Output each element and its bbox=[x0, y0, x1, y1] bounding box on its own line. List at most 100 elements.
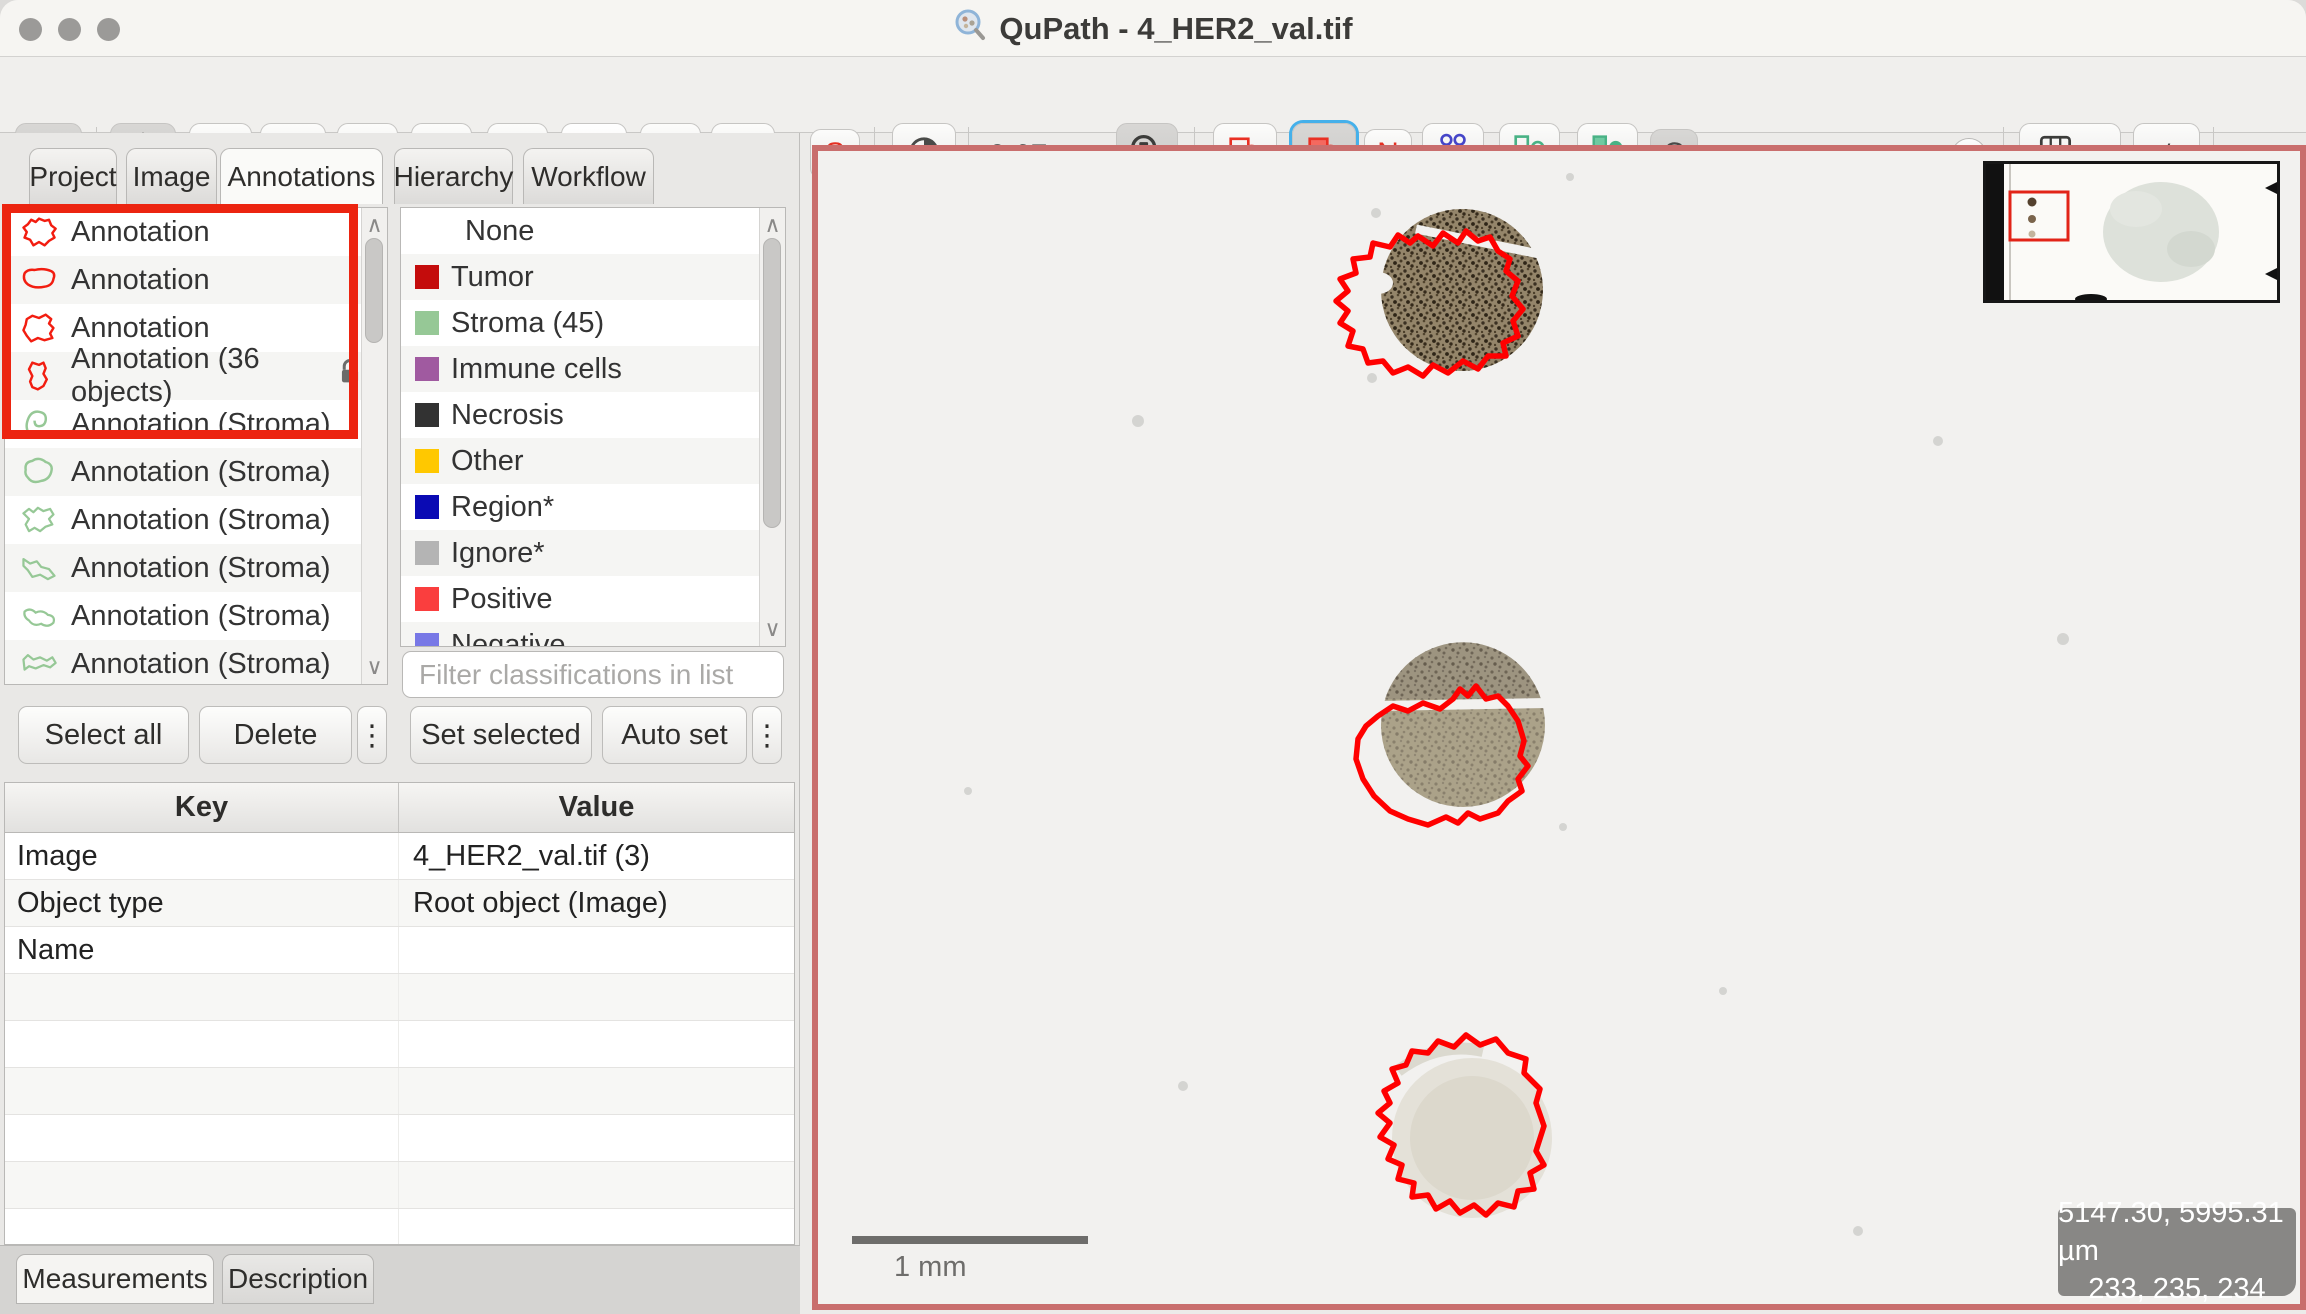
tissue-core-bottom[interactable] bbox=[1378, 1035, 1552, 1218]
table-row[interactable]: Image 4_HER2_val.tif (3) bbox=[5, 833, 794, 880]
annotation-shape-icon bbox=[19, 310, 59, 346]
class-item-label: Tumor bbox=[451, 261, 534, 294]
property-value: Root object (Image) bbox=[399, 880, 794, 926]
tissue-core-top[interactable] bbox=[1336, 209, 1544, 376]
set-selected-label: Set selected bbox=[421, 719, 581, 752]
annotation-shape-icon bbox=[19, 406, 59, 442]
class-color-swatch bbox=[415, 403, 439, 427]
pixel-value-text: 233, 235, 234 bbox=[2088, 1271, 2265, 1304]
window-title: QuPath - 4_HER2_val.tif bbox=[999, 11, 1352, 47]
annotation-shape-icon bbox=[19, 262, 59, 298]
qupath-logo-icon bbox=[953, 8, 989, 49]
class-color-swatch bbox=[415, 633, 439, 647]
tab-workflow-label: Workflow bbox=[531, 161, 646, 193]
scroll-down-icon[interactable]: ∨ bbox=[362, 654, 387, 680]
value-column-header[interactable]: Value bbox=[399, 783, 794, 832]
class-item-label: Region* bbox=[451, 491, 554, 524]
tab-project[interactable]: Project bbox=[29, 148, 117, 204]
class-item-label: Immune cells bbox=[451, 353, 622, 386]
class-item[interactable]: Necrosis bbox=[401, 392, 761, 438]
scale-bar bbox=[852, 1236, 1088, 1244]
class-more-button[interactable]: ⋮ bbox=[752, 706, 782, 764]
analysis-panel: Project Image Annotations Hierarchy Work… bbox=[0, 133, 800, 1314]
annotation-item[interactable]: Annotation (Stroma) bbox=[5, 448, 363, 496]
class-item[interactable]: Tumor bbox=[401, 254, 761, 300]
tab-measurements-label: Measurements bbox=[22, 1263, 207, 1295]
set-selected-button[interactable]: Set selected bbox=[410, 706, 592, 764]
class-item[interactable]: Ignore* bbox=[401, 530, 761, 576]
annotation-more-button[interactable]: ⋮ bbox=[357, 706, 387, 764]
overview-viewport-rect[interactable] bbox=[2010, 192, 2068, 240]
scrollbar-thumb[interactable] bbox=[763, 238, 781, 528]
table-row bbox=[5, 1115, 794, 1162]
annotation-item-label: Annotation (Stroma) bbox=[71, 504, 331, 537]
class-item[interactable]: Stroma (45) bbox=[401, 300, 761, 346]
tab-hierarchy[interactable]: Hierarchy bbox=[394, 148, 513, 204]
tab-hierarchy-label: Hierarchy bbox=[394, 161, 514, 193]
class-list-scrollbar[interactable]: ∧ ∨ bbox=[759, 208, 785, 646]
tab-annotations[interactable]: Annotations bbox=[220, 148, 383, 204]
annotation-item[interactable]: Annotation bbox=[5, 208, 363, 256]
annotation-shape-icon bbox=[19, 358, 59, 394]
table-row[interactable]: Object type Root object (Image) bbox=[5, 880, 794, 927]
title-bar: QuPath - 4_HER2_val.tif bbox=[0, 0, 2306, 57]
annotation-item[interactable]: Annotation (Stroma) bbox=[5, 640, 363, 685]
annotation-shape-icon bbox=[19, 598, 59, 634]
properties-table-header: Key Value bbox=[5, 783, 794, 833]
image-viewer[interactable]: 1 mm 5147.30, 5995.31 µm 233, 235, 234 bbox=[812, 145, 2306, 1310]
auto-set-button[interactable]: Auto set bbox=[602, 706, 747, 764]
scroll-up-icon[interactable]: ∧ bbox=[362, 212, 387, 238]
class-item-label: Negative bbox=[451, 629, 565, 648]
tab-measurements[interactable]: Measurements bbox=[16, 1254, 214, 1304]
filter-classifications-input[interactable] bbox=[402, 651, 784, 698]
class-item[interactable]: None bbox=[401, 208, 761, 254]
annotation-item-label: Annotation (Stroma) bbox=[71, 552, 331, 585]
table-row bbox=[5, 1209, 794, 1245]
overview-thumbnail[interactable] bbox=[1983, 161, 2280, 303]
annotation-item[interactable]: Annotation (Stroma) bbox=[5, 544, 363, 592]
slide-label-bar bbox=[1986, 164, 2004, 300]
class-color-swatch bbox=[415, 587, 439, 611]
scroll-up-icon[interactable]: ∧ bbox=[760, 212, 785, 238]
class-item[interactable]: Positive bbox=[401, 576, 761, 622]
annotation-list-scrollbar[interactable]: ∧ ∨ bbox=[361, 208, 387, 684]
table-row bbox=[5, 1021, 794, 1068]
annotation-item[interactable]: Annotation bbox=[5, 256, 363, 304]
scroll-down-icon[interactable]: ∨ bbox=[760, 616, 785, 642]
class-item[interactable]: Negative bbox=[401, 622, 761, 647]
tab-image-label: Image bbox=[133, 161, 211, 193]
class-item[interactable]: Other bbox=[401, 438, 761, 484]
class-item[interactable]: Region* bbox=[401, 484, 761, 530]
annotation-item[interactable]: Annotation (Stroma) bbox=[5, 400, 363, 448]
annotation-item[interactable]: Annotation (Stroma) bbox=[5, 592, 363, 640]
table-row bbox=[5, 974, 794, 1021]
select-all-button[interactable]: Select all bbox=[18, 706, 189, 764]
tissue-core-middle[interactable] bbox=[1356, 642, 1548, 825]
class-item-label: None bbox=[465, 215, 534, 248]
property-value: 4_HER2_val.tif (3) bbox=[399, 833, 794, 879]
class-item[interactable]: Immune cells bbox=[401, 346, 761, 392]
classification-list: None Tumor Stroma (45) Immune cells Necr… bbox=[400, 207, 786, 647]
delete-button[interactable]: Delete bbox=[199, 706, 352, 764]
scale-bar-label: 1 mm bbox=[894, 1251, 967, 1284]
delete-label: Delete bbox=[234, 719, 318, 752]
class-item-label: Ignore* bbox=[451, 537, 545, 570]
tab-image[interactable]: Image bbox=[126, 148, 217, 204]
slide-canvas[interactable] bbox=[818, 151, 2300, 1304]
table-row[interactable]: Name bbox=[5, 927, 794, 974]
annotation-item-label: Annotation bbox=[71, 312, 210, 345]
annotation-shape-icon bbox=[19, 502, 59, 538]
property-key: Object type bbox=[5, 880, 399, 926]
qupath-window: QuPath - 4_HER2_val.tif bbox=[0, 0, 2306, 1314]
annotation-item[interactable]: Annotation (36 objects) bbox=[5, 352, 363, 400]
key-column-header[interactable]: Key bbox=[5, 783, 399, 832]
annotation-shape-icon bbox=[19, 454, 59, 490]
tab-workflow[interactable]: Workflow bbox=[523, 148, 654, 204]
annotation-item-label: Annotation bbox=[71, 216, 210, 249]
select-all-label: Select all bbox=[45, 719, 163, 752]
tab-description[interactable]: Description bbox=[222, 1254, 374, 1304]
annotation-item[interactable]: Annotation (Stroma) bbox=[5, 496, 363, 544]
scrollbar-thumb[interactable] bbox=[365, 238, 383, 343]
class-color-swatch bbox=[415, 541, 439, 565]
class-color-swatch bbox=[415, 449, 439, 473]
